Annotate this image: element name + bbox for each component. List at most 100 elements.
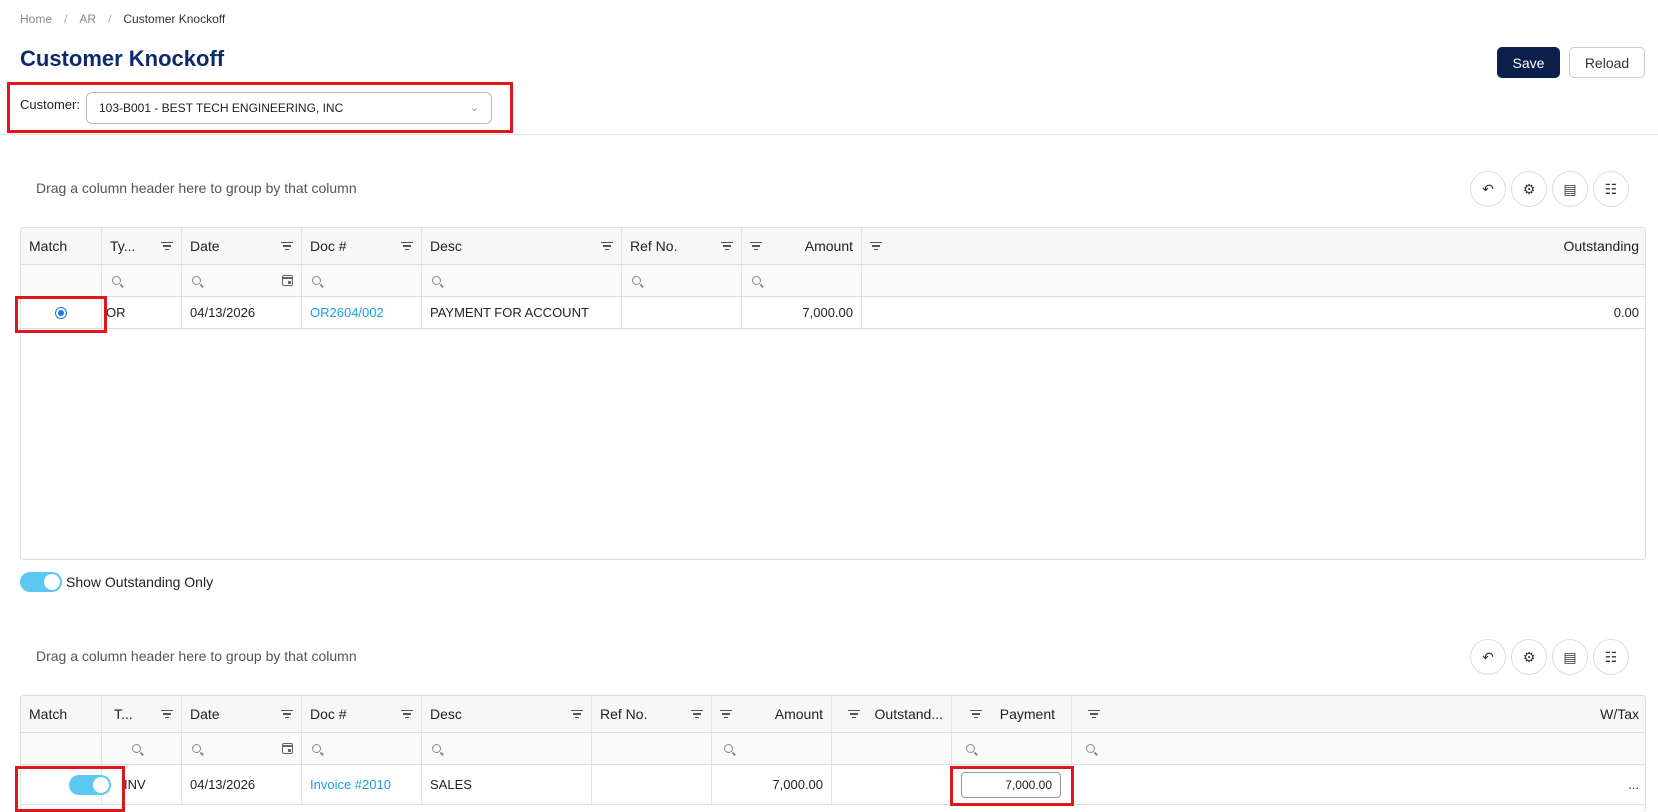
filter-cell-type[interactable] [102,265,182,296]
match-toggle-highlight [15,766,125,812]
gear-icon[interactable]: ⚙ [1511,171,1547,207]
filter-cell-doc[interactable] [302,733,422,764]
column-chooser-icon[interactable]: ▤ [1552,171,1588,207]
filter-cell-outstanding [832,733,952,764]
filter-icon[interactable] [691,708,703,720]
breadcrumb: Home / AR / Customer Knockoff [20,12,225,26]
filter-cell-date[interactable] [182,733,302,764]
undo-icon[interactable]: ↶ [1470,639,1506,675]
column-header-doc[interactable]: Doc # [302,228,422,264]
search-icon [132,744,141,753]
chevron-down-icon: ⌄ [469,102,479,114]
filter-cell-amount[interactable] [742,265,862,296]
calendar-icon[interactable] [282,743,293,754]
column-header-payment[interactable]: Payment [952,696,1072,732]
filter-icon[interactable] [750,240,762,252]
customer-selector-highlight: Customer: 103-B001 - BEST TECH ENGINEERI… [7,82,513,133]
filter-cell-doc[interactable] [302,265,422,296]
column-header-desc[interactable]: Desc [422,696,592,732]
cell-outstanding: 0.00 [1613,305,1639,320]
filter-icon[interactable] [161,240,173,252]
cell-wtax[interactable]: ... [1072,765,1645,804]
column-header-type[interactable]: Ty... [102,228,182,264]
search-icon [724,744,733,753]
toggle-switch[interactable] [20,572,62,592]
column-header-outstanding[interactable]: Outstanding [862,228,1645,264]
grid-header-row: Match T... Date Doc # Desc Ref No. Amoun… [21,696,1645,733]
documents-grid: Match Ty... Date Doc # Desc Ref No. Amou… [20,227,1646,560]
group-panel-hint[interactable]: Drag a column header here to group by th… [36,648,357,664]
breadcrumb-home[interactable]: Home [20,12,52,26]
filter-icon[interactable] [571,708,583,720]
grid-header-row: Match Ty... Date Doc # Desc Ref No. Amou… [21,228,1645,265]
column-header-desc[interactable]: Desc [422,228,622,264]
invoices-grid: Match T... Date Doc # Desc Ref No. Amoun… [20,695,1646,812]
cell-desc: PAYMENT FOR ACCOUNT [422,297,622,328]
filter-icon[interactable] [401,240,413,252]
customer-select[interactable]: 103-B001 - BEST TECH ENGINEERING, INC ⌄ [85,91,492,124]
search-icon [432,276,441,285]
column-header-amount[interactable]: Amount [742,228,862,264]
search-icon [192,744,201,753]
column-header-wtax[interactable]: W/Tax [1072,696,1645,732]
filter-cell-ref[interactable] [622,265,742,296]
filter-icon[interactable] [720,708,732,720]
table-row[interactable]: INV 04/13/2026 Invoice #2010 SALES 7,000… [21,765,1645,805]
column-header-date[interactable]: Date [182,228,302,264]
payment-input-highlight [950,766,1074,806]
column-header-match[interactable]: Match [21,228,102,264]
filter-cell-date[interactable] [182,265,302,296]
filter-cell-type[interactable] [102,733,182,764]
breadcrumb-current: Customer Knockoff [123,12,226,26]
search-icon [112,276,121,285]
column-header-ref[interactable]: Ref No. [592,696,712,732]
column-header-amount[interactable]: Amount [712,696,832,732]
filter-icon[interactable] [281,240,293,252]
column-header-ref[interactable]: Ref No. [622,228,742,264]
search-icon [752,276,761,285]
filter-icon[interactable] [401,708,413,720]
show-outstanding-toggle[interactable]: Show Outstanding Only [20,572,213,592]
page-title: Customer Knockoff [20,46,225,71]
filter-cell-amount[interactable] [712,733,832,764]
filter-icon[interactable] [721,240,733,252]
export-icon[interactable]: ☷ [1593,171,1629,207]
grid-filter-row [21,265,1645,297]
cell-date: 04/13/2026 [182,297,302,328]
table-row[interactable]: OR 04/13/2026 OR2604/002 PAYMENT FOR ACC… [21,297,1645,329]
search-icon [1086,744,1095,753]
filter-cell-wtax[interactable] [1072,733,1645,764]
cell-outstanding [832,765,952,804]
filter-icon[interactable] [848,708,860,720]
filter-icon[interactable] [601,240,613,252]
column-header-type[interactable]: T... [102,696,182,732]
filter-cell-payment[interactable] [952,733,1072,764]
filter-icon[interactable] [870,240,882,252]
undo-icon[interactable]: ↶ [1470,171,1506,207]
reload-button[interactable]: Reload [1569,47,1645,78]
filter-icon[interactable] [281,708,293,720]
cell-doc-link[interactable]: Invoice #2010 [302,765,422,804]
column-chooser-icon[interactable]: ▤ [1552,639,1588,675]
filter-cell-ref [592,733,712,764]
header-divider [0,134,1658,135]
cell-doc-link[interactable]: OR2604/002 [302,297,422,328]
gear-icon[interactable]: ⚙ [1511,639,1547,675]
calendar-icon[interactable] [282,275,293,286]
column-header-outstanding[interactable]: Outstand... [832,696,952,732]
group-panel-hint[interactable]: Drag a column header here to group by th… [36,180,357,196]
filter-icon[interactable] [970,708,982,720]
search-icon [312,276,321,285]
save-button[interactable]: Save [1497,47,1560,78]
grid-filter-row [21,733,1645,765]
filter-icon[interactable] [161,708,173,720]
column-header-date[interactable]: Date [182,696,302,732]
export-icon[interactable]: ☷ [1593,639,1629,675]
column-header-doc[interactable]: Doc # [302,696,422,732]
breadcrumb-ar[interactable]: AR [79,12,96,26]
filter-icon[interactable] [1088,708,1100,720]
search-icon [432,744,441,753]
filter-cell-desc[interactable] [422,265,622,296]
column-header-match[interactable]: Match [21,696,102,732]
filter-cell-desc[interactable] [422,733,592,764]
